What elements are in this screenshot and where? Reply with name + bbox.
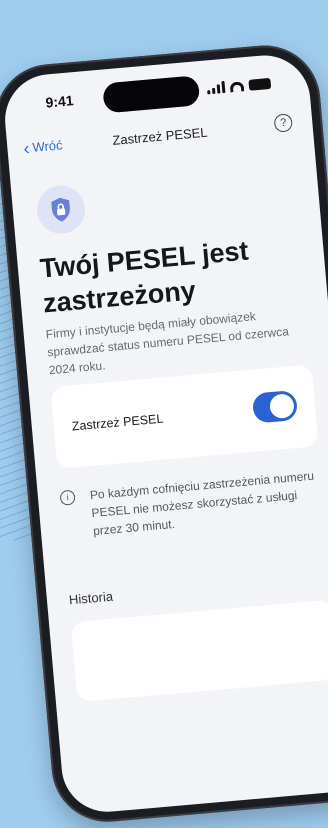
info-text: Po każdym cofnięciu zastrzeżenia numeru … <box>89 468 315 539</box>
status-time: 9:41 <box>44 92 75 111</box>
info-icon: i <box>59 489 76 506</box>
history-card[interactable] <box>70 599 328 703</box>
toggle-label: Zastrzeż PESEL <box>71 411 164 434</box>
nav-bar: ‹ Wróć Zastrzeż PESEL ? <box>6 109 313 166</box>
signal-icon <box>206 80 226 95</box>
phone-frame: 9:41 ‹ Wróć Zastrzeż PESEL ? Twój PESEL … <box>0 40 328 827</box>
page-title: Zastrzeż PESEL <box>111 124 209 148</box>
battery-icon <box>248 77 272 91</box>
app-screen: 9:41 ‹ Wróć Zastrzeż PESEL ? Twój PESEL … <box>1 51 328 816</box>
pesel-toggle[interactable] <box>251 389 299 424</box>
info-note: i Po każdym cofnięciu zastrzeżenia numer… <box>59 466 320 538</box>
wifi-icon <box>229 81 245 93</box>
status-icons <box>206 75 272 95</box>
dynamic-island <box>102 75 201 114</box>
shield-badge <box>34 183 87 236</box>
toggle-knob <box>268 393 295 420</box>
shield-lock-icon <box>51 197 70 222</box>
history-heading: Historia <box>68 588 114 608</box>
toggle-card: Zastrzeż PESEL <box>50 364 319 469</box>
